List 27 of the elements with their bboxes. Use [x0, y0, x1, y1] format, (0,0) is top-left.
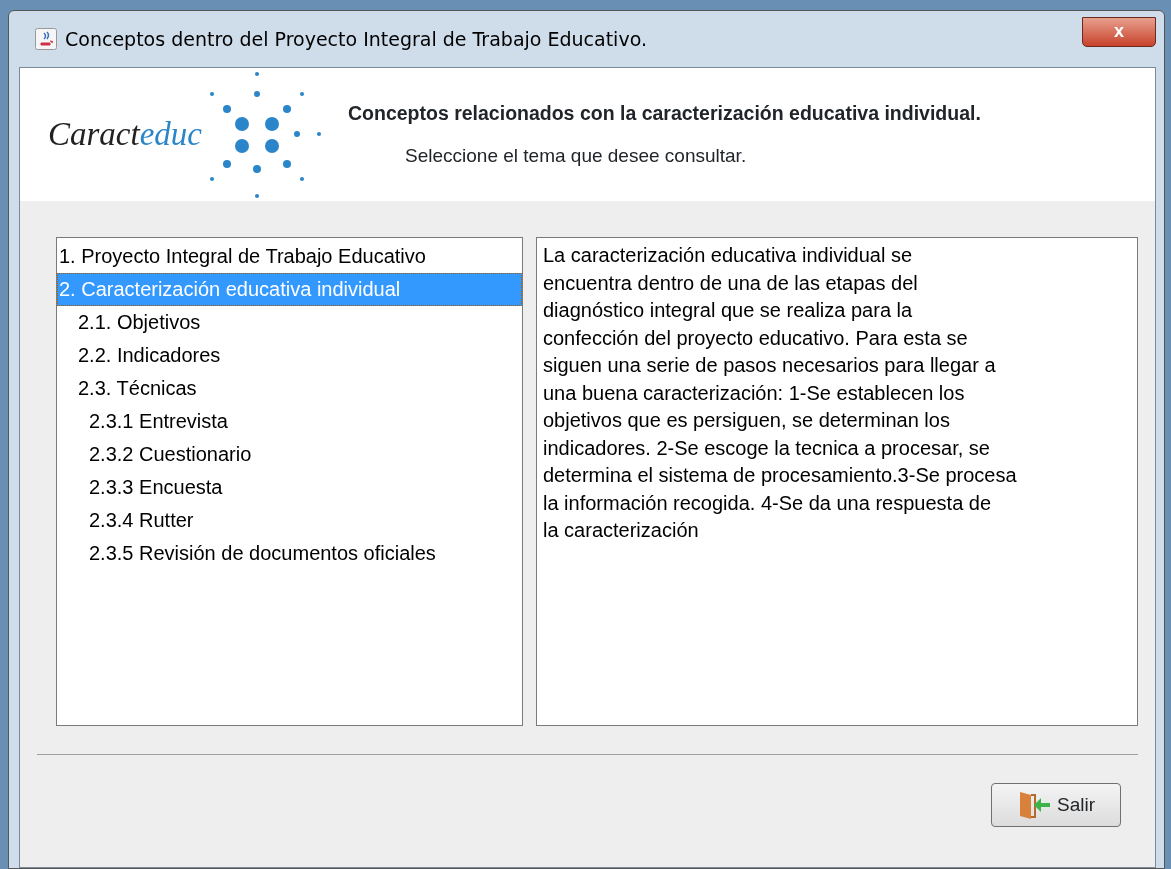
- exit-button[interactable]: Salir: [991, 783, 1121, 827]
- description-line: encuentra dentro de una de las etapas del: [543, 270, 919, 296]
- window-title: Conceptos dentro del Proyecto Integral de Trabajo Educativo.: [65, 26, 647, 52]
- tree-item[interactable]: 2.3.3 Encuesta: [57, 471, 522, 504]
- tree-item[interactable]: 2.3. Técnicas: [57, 372, 522, 405]
- tree-item[interactable]: 1. Proyecto Integral de Trabajo Educativo: [57, 240, 522, 273]
- description-line: indicadores. 2-Se escoge la tecnica a procesar, se: [543, 435, 991, 461]
- tree-item[interactable]: 2.3.2 Cuestionario: [57, 438, 522, 471]
- description-line: confección del proyecto educativo. Para esta se: [543, 325, 969, 351]
- description-line: la caracterización: [543, 518, 700, 543]
- header-title: Conceptos relacionados con la caracterización educativa individual.: [348, 100, 981, 126]
- tree-item[interactable]: 2.3.1 Entrevista: [57, 405, 522, 438]
- tree-item[interactable]: 2.3.4 Rutter: [57, 504, 522, 537]
- logo-text: Caracteduc: [48, 114, 202, 154]
- header-subtitle: Seleccione el tema que desee consultar.: [405, 143, 748, 168]
- description-line: una buena caracterización: 1-Se establecen los: [543, 380, 966, 406]
- java-cup-icon: [35, 28, 57, 50]
- tree-item[interactable]: 2.3.5 Revisión de documentos oficiales: [57, 537, 522, 570]
- door-exit-icon: [1017, 790, 1051, 820]
- tree-item[interactable]: 2.2. Indicadores: [57, 339, 522, 372]
- description-line: diagnóstico integral que se realiza para la: [543, 298, 914, 323]
- description-line: objetivos que es persiguen, se determinan los: [543, 408, 951, 433]
- description-line: La caracterización educativa individual se: [543, 243, 914, 268]
- description-line: siguen una serie de pasos necesarios para llegar a: [543, 353, 997, 378]
- description-line: determina el sistema de procesamiento.3-Se procesa: [543, 463, 1018, 488]
- description-line: la información recogida. 4-Se da una respuesta de: [543, 490, 993, 516]
- tree-item[interactable]: 2.1. Objetivos: [57, 306, 522, 339]
